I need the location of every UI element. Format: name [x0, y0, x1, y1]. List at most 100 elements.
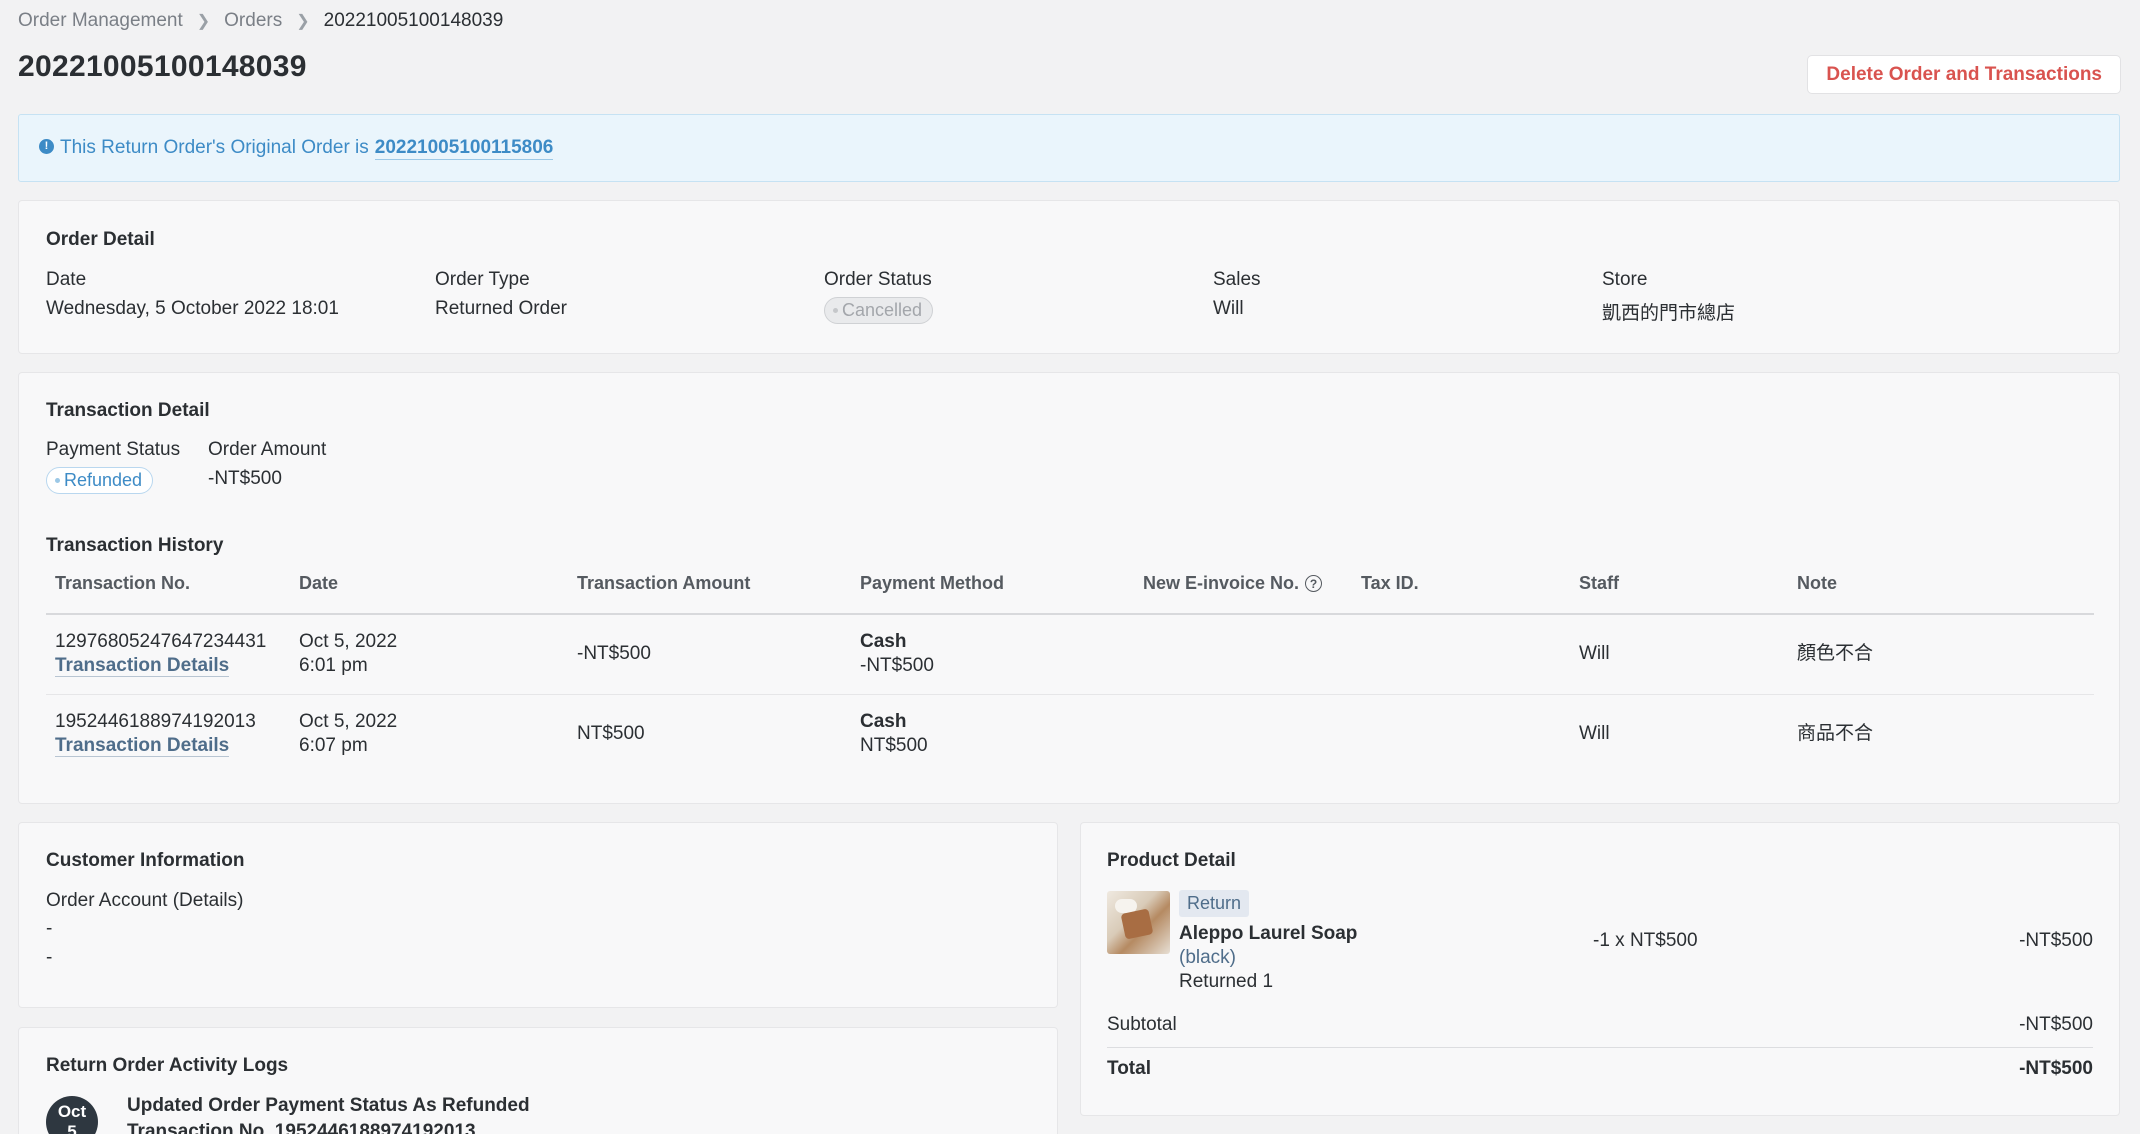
sales-value: Will — [1213, 298, 1244, 319]
transaction-time: 6:01 pm — [299, 655, 368, 677]
note-cell: 顏色不合 — [1788, 614, 2094, 695]
tax-id-cell — [1352, 614, 1570, 695]
transaction-no: 1297680524764723443​1 — [55, 631, 267, 653]
order-amount-value: -NT$500 — [208, 468, 282, 489]
date-cell: Oct 5, 2022 6:01 pm — [290, 614, 568, 695]
transaction-no-cell: 1952446188974192013 Transaction Details — [46, 694, 290, 774]
total-label: Total — [1107, 1058, 1151, 1079]
transaction-date: Oct 5, 2022 — [299, 711, 398, 733]
product-detail-card: Product Detail Return Aleppo Laurel Soap… — [1080, 822, 2120, 1116]
status-dot-icon — [55, 478, 60, 483]
sales-label: Sales — [1213, 269, 1261, 290]
transaction-detail-card: Transaction Detail Payment Status Refund… — [18, 372, 2120, 804]
activity-logs-card: Return Order Activity Logs Oct 5 Updated… — [18, 1027, 1058, 1134]
amount-cell: NT$500 — [577, 723, 645, 745]
einvoice-cell — [1134, 614, 1352, 695]
transaction-details-link[interactable]: Transaction Details — [55, 655, 230, 678]
product-detail-title: Product Detail — [1107, 850, 1236, 871]
table-row: 1952446188974192013 Transaction Details … — [46, 694, 2094, 774]
table-row: 1297680524764723443​1 Transaction Detail… — [46, 614, 2094, 695]
order-detail-card: Order Detail Date Wednesday, 5 October 2… — [18, 200, 2120, 354]
einvoice-header-label: New E-invoice No. — [1143, 572, 1300, 593]
total-value: -NT$500 — [2019, 1058, 2093, 1079]
date-cell: Oct 5, 2022 6:07 pm — [290, 694, 568, 774]
order-status-label: Order Status — [824, 269, 932, 290]
transaction-no-cell: 1297680524764723443​1 Transaction Detail… — [46, 614, 290, 695]
order-amount-label: Order Amount — [208, 439, 327, 460]
staff-cell: Will — [1579, 723, 1610, 745]
customer-information-card: Customer Information Order Account (Deta… — [18, 822, 1058, 1008]
order-status-badge: Cancelled — [824, 297, 934, 324]
order-detail-title: Order Detail — [46, 229, 155, 250]
product-variant: (black) — [1179, 947, 1237, 968]
customer-line-1: - — [46, 918, 53, 939]
order-type-value: Returned Order — [435, 298, 568, 319]
payment-method: Cash — [860, 631, 907, 653]
product-name[interactable]: Aleppo Laurel Soap — [1179, 923, 1357, 945]
activity-entry-sub: Transaction No. 1952446188974192013 — [127, 1121, 476, 1134]
help-icon[interactable]: ? — [1305, 575, 1323, 592]
timeline-month: Oct — [57, 1102, 87, 1121]
date-value: Wednesday, 5 October 2022 18:01 — [46, 298, 339, 319]
customer-line-2: - — [46, 947, 53, 968]
amount-cell: -NT$500 — [568, 614, 851, 695]
subtotal-label: Subtotal — [1107, 1014, 1177, 1035]
original-order-alert: ! This Return Order's Original Order is … — [18, 114, 2120, 182]
column-header: New E-invoice No.? — [1134, 553, 1352, 615]
column-header: Transaction Amount — [568, 553, 851, 615]
order-account-label[interactable]: Order Account (Details) — [46, 890, 243, 912]
product-thumbnail[interactable] — [1107, 891, 1170, 954]
note-cell: 商品不合 — [1797, 723, 1874, 745]
column-header: Transaction No. — [46, 553, 290, 615]
payment-method-amount: -NT$500 — [860, 655, 934, 677]
divider — [1107, 1047, 2093, 1048]
payment-status-label: Payment Status — [46, 439, 181, 460]
transaction-history-table: Transaction No. Date Transaction Amount … — [46, 553, 2094, 774]
column-header: Note — [1788, 553, 2094, 615]
breadcrumb-current: 20221005100148039 — [323, 10, 504, 31]
breadcrumb-order-management[interactable]: Order Management — [18, 10, 183, 32]
order-status-value: Cancelled — [842, 300, 923, 320]
timeline-date-badge: Oct 5 — [46, 1096, 98, 1134]
table-header-row: Transaction No. Date Transaction Amount … — [46, 553, 2094, 615]
einvoice-cell — [1134, 694, 1352, 774]
payment-method-cell: Cash NT$500 — [851, 694, 1134, 774]
delete-order-button[interactable]: Delete Order and Transactions — [1807, 55, 2121, 94]
breadcrumb-orders[interactable]: Orders — [224, 10, 282, 32]
alert-text: This Return Order's Original Order is — [60, 137, 369, 158]
transaction-detail-title: Transaction Detail — [46, 400, 210, 421]
column-header: Staff — [1570, 553, 1788, 615]
page-title: 20221005100148039 — [18, 50, 307, 83]
customer-information-title: Customer Information — [46, 850, 245, 871]
activity-entry-title: Updated Order Payment Status As Refunded — [127, 1095, 530, 1116]
product-qty-price: -1 x NT$500 — [1593, 930, 1698, 951]
store-label: Store — [1602, 269, 1648, 290]
store-value: 凱西的門市總店 — [1602, 303, 1736, 324]
transaction-date: Oct 5, 2022 — [299, 631, 398, 653]
transaction-details-link[interactable]: Transaction Details — [55, 735, 230, 758]
product-line-total: -NT$500 — [2019, 930, 2093, 951]
tax-id-cell — [1352, 694, 1570, 774]
order-type-label: Order Type — [435, 269, 530, 290]
timeline-day: 5 — [67, 1122, 77, 1134]
return-tag: Return — [1179, 890, 1250, 917]
info-icon: ! — [39, 138, 54, 154]
transaction-no: 1952446188974192013 — [55, 711, 256, 733]
payment-method-cell: Cash -NT$500 — [851, 614, 1134, 695]
status-dot-icon — [833, 308, 838, 313]
column-header: Tax ID. — [1352, 553, 1570, 615]
payment-status-value: Refunded — [64, 470, 143, 490]
payment-status-badge: Refunded — [46, 467, 154, 494]
column-header: Date — [290, 553, 568, 615]
chevron-right-icon: ❯ — [196, 13, 211, 30]
subtotal-value: -NT$500 — [2019, 1014, 2093, 1035]
product-returned-qty: Returned 1 — [1179, 971, 1274, 992]
payment-method-amount: NT$500 — [860, 735, 928, 757]
activity-logs-title: Return Order Activity Logs — [46, 1055, 289, 1076]
breadcrumb: Order Management ❯ Orders ❯ 202210051001… — [18, 8, 503, 34]
original-order-link[interactable]: 20221005100115806 — [374, 137, 554, 160]
column-header: Payment Method — [851, 553, 1134, 615]
payment-method: Cash — [860, 711, 907, 733]
transaction-time: 6:07 pm — [299, 735, 368, 757]
staff-cell: Will — [1570, 614, 1788, 695]
